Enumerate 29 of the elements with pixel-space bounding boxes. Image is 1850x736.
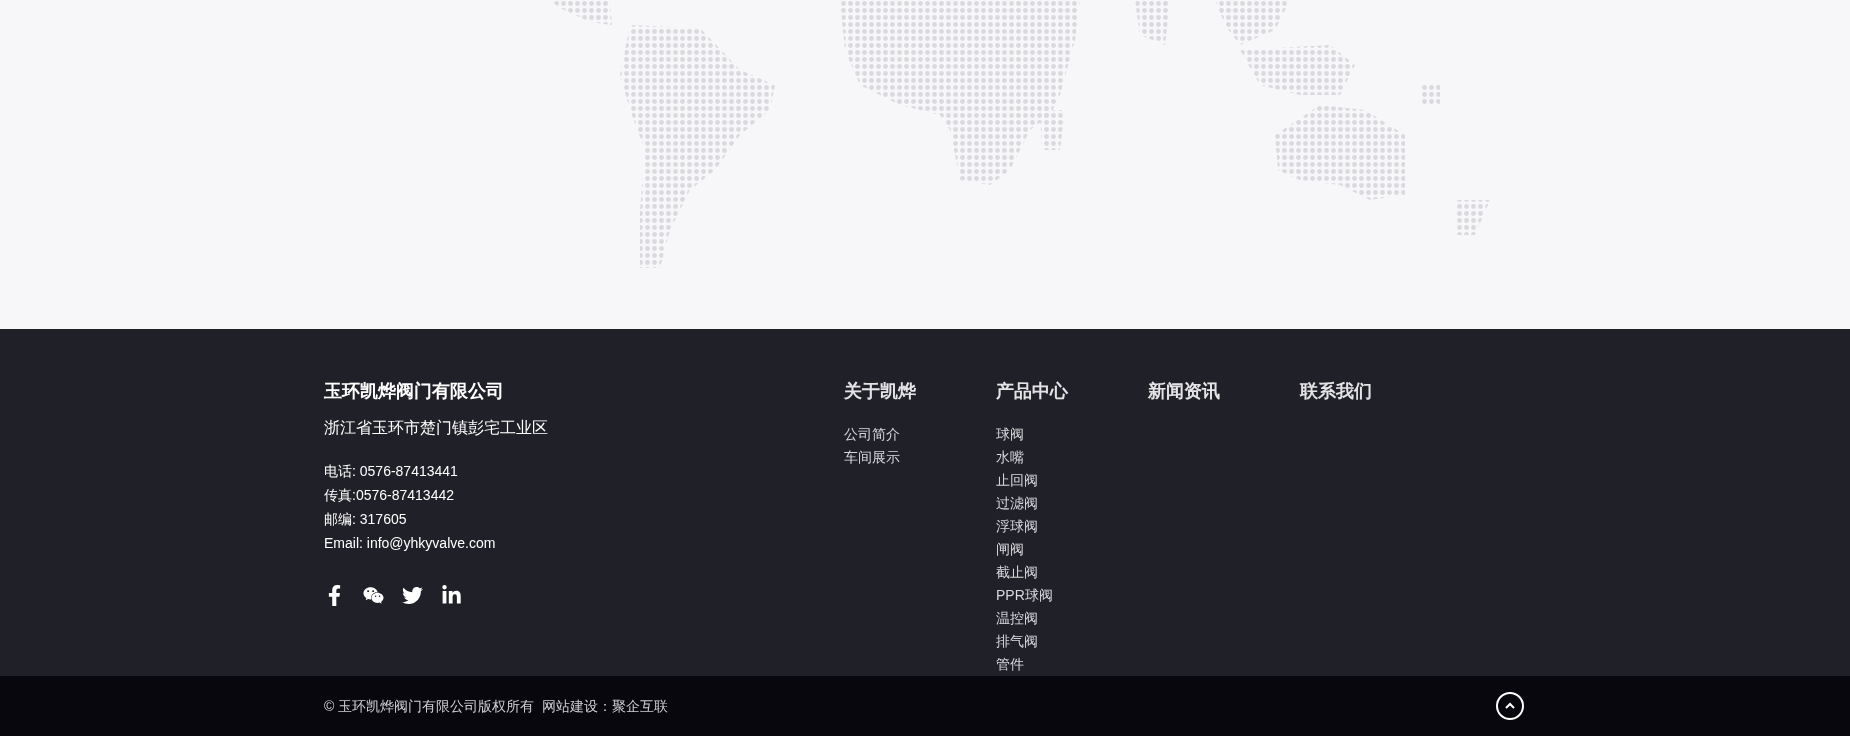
footer-link[interactable]: 闸阀 <box>996 538 1024 561</box>
site-credit: 网站建设：聚企互联 <box>542 697 669 714</box>
footer-link[interactable]: 管件 <box>996 653 1024 676</box>
contact-info: Email: info@yhkyvalve.com <box>324 534 497 553</box>
footer-link[interactable]: 球阀 <box>996 423 1024 446</box>
linkedin-icon[interactable] <box>441 585 462 606</box>
footer-link[interactable]: 水嘴 <box>996 446 1024 469</box>
footer-link[interactable]: 过滤阀 <box>996 492 1038 515</box>
column-heading: 新闻资讯 <box>1148 380 1221 403</box>
copyright-text: © 玉环凯烨阀门有限公司版权所有 <box>324 697 535 714</box>
footer-link[interactable]: 止回阀 <box>996 469 1038 492</box>
contact-info: 传真:0576-87413442 <box>324 486 455 505</box>
footer-link[interactable]: 浮球阀 <box>996 515 1038 538</box>
wechat-icon[interactable] <box>363 585 384 606</box>
back-to-top-button[interactable] <box>1496 692 1524 720</box>
footer-link[interactable]: 温控阀 <box>996 607 1038 630</box>
footer-link[interactable]: 截止阀 <box>996 561 1038 584</box>
column-heading: 产品中心 <box>996 380 1069 403</box>
column-heading: 关于凯烨 <box>844 380 917 403</box>
footer-link[interactable]: 排气阀 <box>996 630 1038 653</box>
twitter-icon[interactable] <box>402 585 423 606</box>
footer-link[interactable]: 车间展示 <box>844 446 900 469</box>
company-address: 浙江省玉环市楚门镇彭宅工业区 <box>324 418 549 438</box>
contact-info: 邮编: 317605 <box>324 510 408 529</box>
footer-link[interactable]: PPR球阀 <box>996 584 1053 607</box>
company-name: 玉环凯烨阀门有限公司 <box>324 380 505 403</box>
column-heading: 联系我们 <box>1300 380 1373 403</box>
footer-link[interactable]: 公司简介 <box>844 423 900 446</box>
contact-info: 电话: 0576-87413441 <box>324 462 459 481</box>
